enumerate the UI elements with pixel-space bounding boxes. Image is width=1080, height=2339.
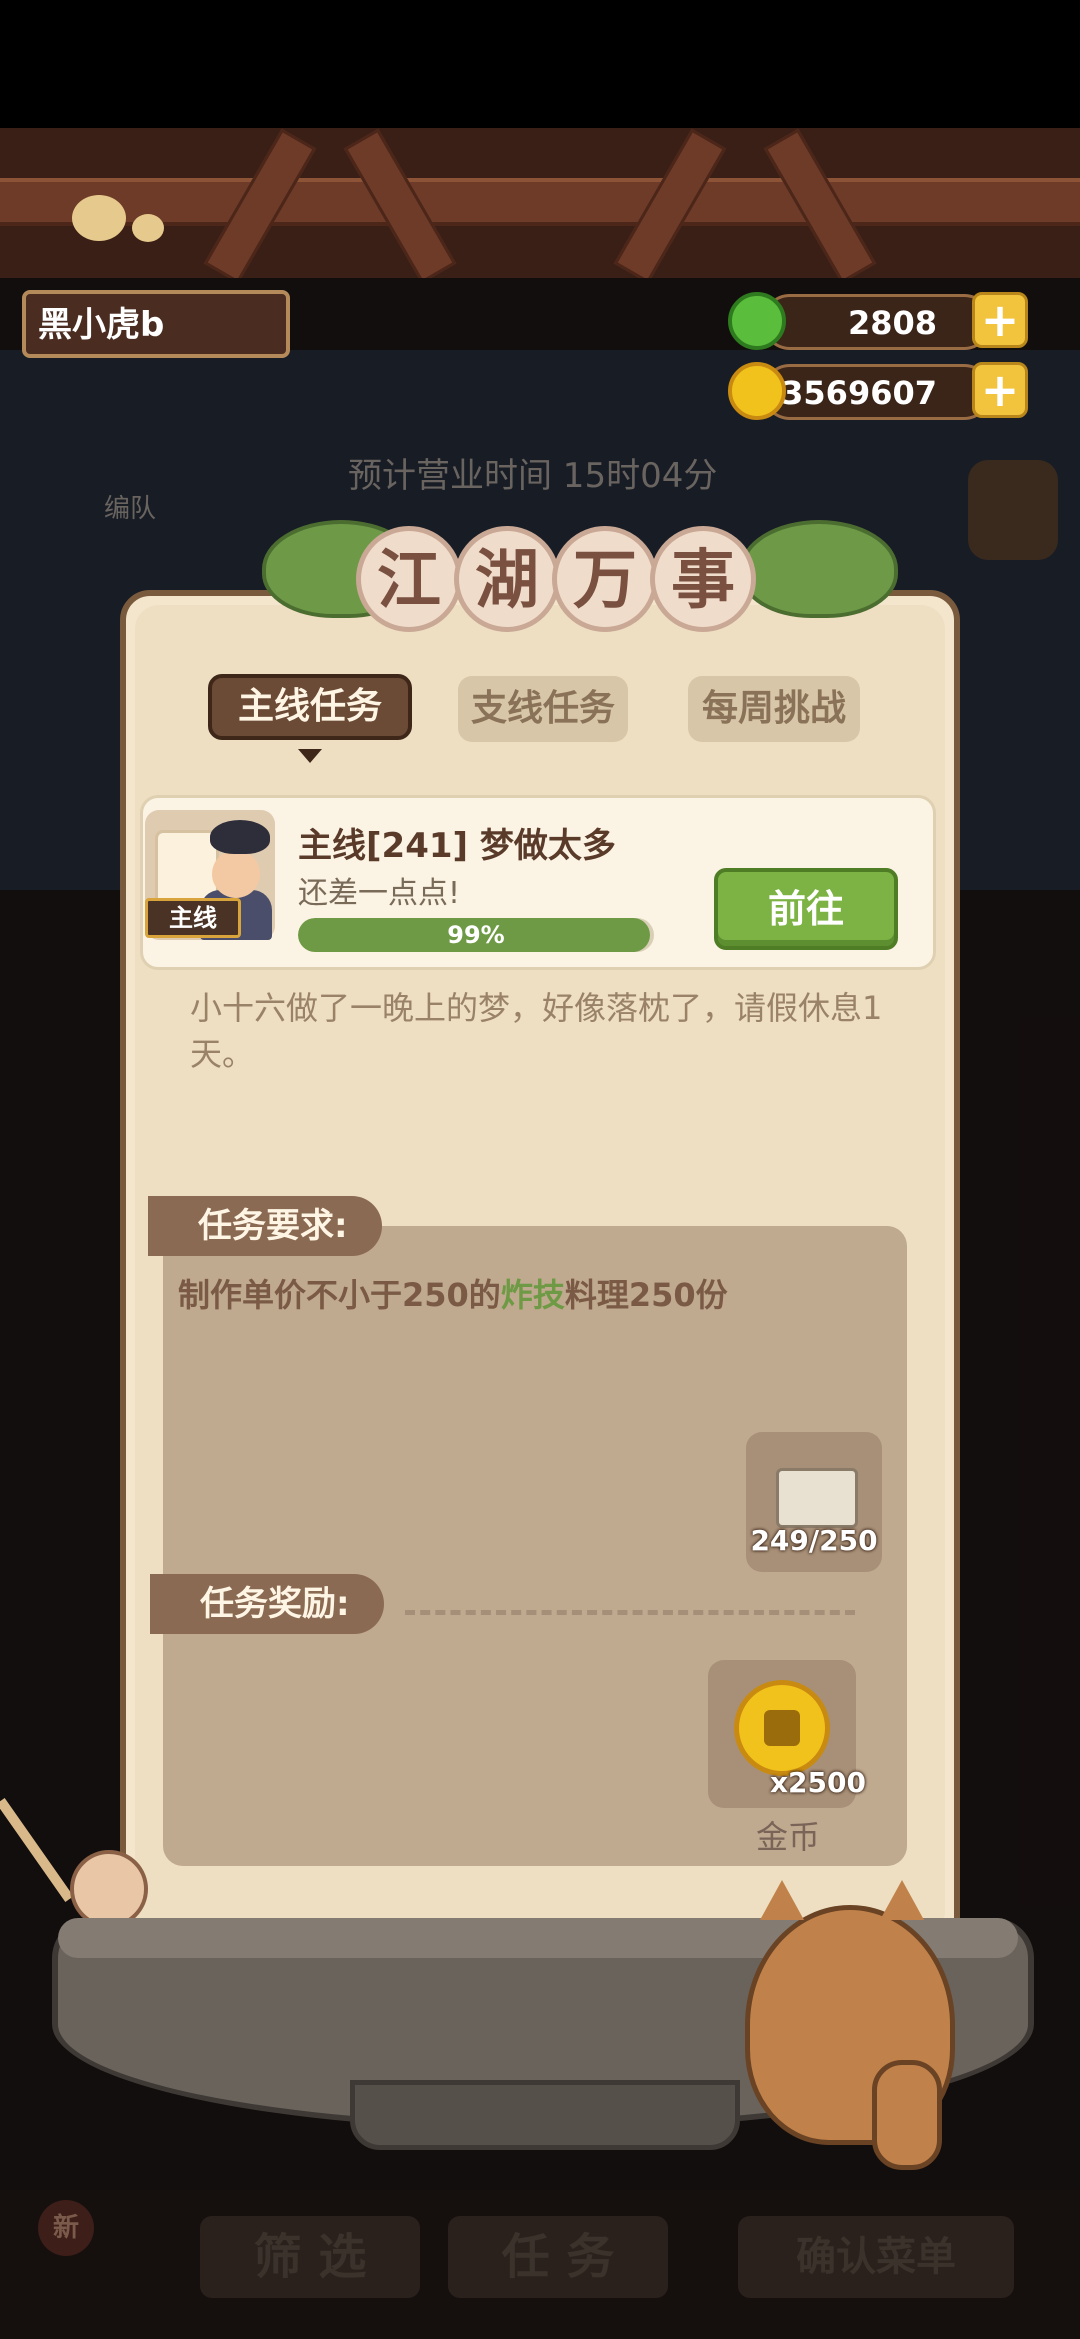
requirements-text: 制作单价不小于250的炸技料理250份 xyxy=(178,1270,728,1316)
add-jade-button[interactable]: + xyxy=(972,292,1028,348)
exit-icon xyxy=(968,460,1058,560)
tab-weekly-challenge[interactable]: 每周挑战 xyxy=(688,676,860,742)
cat-ear xyxy=(760,1880,804,1920)
quest-description: 小十六做了一晚上的梦，好像落枕了，请假休息1天。 xyxy=(190,989,883,1073)
requirement-suffix: 料理250份 xyxy=(564,1276,728,1314)
leaf-decoration-icon xyxy=(740,520,898,618)
jade-icon xyxy=(728,292,786,350)
quest-subtitle: 还差一点点! xyxy=(298,876,461,911)
requirement-item-count: 249/250 xyxy=(750,1524,878,1557)
roof-beam xyxy=(0,178,1080,226)
rewards-label: 任务奖励: xyxy=(150,1574,384,1634)
title-char-4: 事 xyxy=(650,526,756,632)
divider-dashed xyxy=(405,1610,855,1615)
filter-button[interactable]: 筛 选 xyxy=(200,2216,420,2298)
reward-name: 金币 xyxy=(755,1818,820,1856)
coin-counter: 3569607 xyxy=(762,364,992,420)
scroll-bundle-icon xyxy=(776,1468,858,1528)
requirement-prefix: 制作单价不小于250的 xyxy=(178,1276,501,1314)
character-hair xyxy=(210,820,270,854)
cat-ear xyxy=(880,1880,924,1920)
tab-pointer xyxy=(298,749,322,763)
coin-hole xyxy=(764,1710,800,1746)
jade-counter: 2808 xyxy=(762,294,992,350)
cat-tail xyxy=(872,2060,942,2170)
main-quest-tag: 主线 xyxy=(145,898,241,938)
requirement-highlight: 炸技 xyxy=(500,1276,565,1314)
player-name[interactable]: 黑小虎b xyxy=(22,290,290,358)
title-char-3: 万 xyxy=(552,526,658,632)
business-time: 预计营业时间 15时04分 xyxy=(348,456,718,496)
tab-side-quest[interactable]: 支线任务 xyxy=(458,676,628,742)
quest-progress-text: 99% xyxy=(447,921,505,949)
title-char-1: 江 xyxy=(356,526,462,632)
confirm-menu-button[interactable]: 确认菜单 xyxy=(738,2216,1014,2298)
quest-title: 主线[241] 梦做太多 xyxy=(298,826,616,866)
title-char-2: 湖 xyxy=(454,526,560,632)
task-button[interactable]: 任 务 xyxy=(448,2216,668,2298)
character-face xyxy=(212,850,260,898)
bird-icon xyxy=(72,195,126,241)
team-label: 编队 xyxy=(104,494,157,524)
bowl-base xyxy=(350,2080,740,2150)
reward-amount: x2500 xyxy=(770,1766,866,1799)
add-coins-button[interactable]: + xyxy=(972,362,1028,418)
chick-icon xyxy=(132,214,164,242)
requirements-label: 任务要求: xyxy=(148,1196,382,1256)
go-button[interactable]: 前往 xyxy=(714,868,898,950)
status-bar-area xyxy=(0,0,1080,128)
coin-icon xyxy=(728,362,786,420)
tab-main-quest[interactable]: 主线任务 xyxy=(208,674,412,740)
new-badge: 新 xyxy=(38,2200,94,2256)
meatball-icon xyxy=(70,1850,148,1928)
